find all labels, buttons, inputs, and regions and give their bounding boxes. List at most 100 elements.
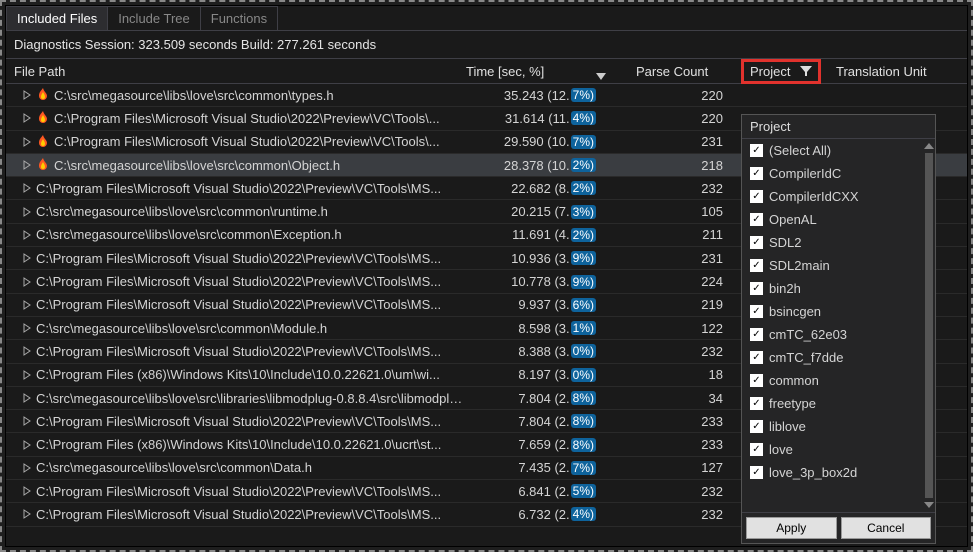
checkbox-icon[interactable]: ✓	[750, 282, 763, 295]
parse-count: 122	[636, 321, 741, 336]
filter-cancel-button[interactable]: Cancel	[841, 517, 932, 539]
parse-count: 233	[636, 437, 741, 452]
parse-count: 211	[636, 227, 741, 242]
time-percent-badge: 4%)	[571, 507, 596, 521]
filter-item-label: SDL2	[769, 235, 802, 250]
checkbox-icon[interactable]: ✓	[750, 144, 763, 157]
time-value: 8.598 (3.	[518, 321, 569, 336]
filter-item[interactable]: ✓ bin2h	[742, 277, 935, 300]
filter-item[interactable]: ✓SDL2main	[742, 254, 935, 277]
checkbox-icon[interactable]: ✓	[750, 190, 763, 203]
checkbox-icon[interactable]: ✓	[750, 328, 763, 341]
expand-icon[interactable]	[22, 160, 32, 170]
checkbox-icon[interactable]: ✓	[750, 213, 763, 226]
checkbox-icon[interactable]: ✓	[750, 397, 763, 410]
checkbox-icon[interactable]: ✓	[750, 305, 763, 318]
file-path: C:\Program Files\Microsoft Visual Studio…	[36, 484, 441, 499]
expand-icon[interactable]	[22, 183, 32, 193]
file-path: C:\Program Files\Microsoft Visual Studio…	[36, 414, 441, 429]
time-value: 10.778 (3.	[511, 274, 570, 289]
expand-icon[interactable]	[22, 509, 32, 519]
sort-descending-icon	[596, 71, 606, 81]
file-path: C:\src\megasource\libs\love\src\common\E…	[36, 227, 342, 242]
time-percent-badge: 5%)	[571, 484, 596, 498]
tab-included-files[interactable]: Included Files	[6, 6, 108, 30]
expand-icon[interactable]	[22, 207, 32, 217]
time-value: 7.435 (2.	[518, 460, 569, 475]
column-header-time[interactable]: Time [sec, %]	[466, 64, 636, 79]
tab-include-tree[interactable]: Include Tree	[107, 6, 201, 30]
scroll-thumb[interactable]	[925, 153, 933, 498]
expand-icon[interactable]	[22, 300, 32, 310]
checkbox-icon[interactable]: ✓	[750, 236, 763, 249]
filter-item[interactable]: ✓cmTC_f7dde	[742, 346, 935, 369]
filter-item[interactable]: ✓ SDL2	[742, 231, 935, 254]
expand-icon[interactable]	[22, 113, 32, 123]
filter-item[interactable]: ✓common	[742, 369, 935, 392]
scroll-down-icon[interactable]	[924, 502, 934, 508]
expand-icon[interactable]	[22, 346, 32, 356]
file-path: C:\Program Files\Microsoft Visual Studio…	[36, 507, 441, 522]
filter-item[interactable]: ✓CompilerIdCXX	[742, 185, 935, 208]
column-header-tu[interactable]: Translation Unit	[836, 64, 967, 79]
expand-icon[interactable]	[22, 393, 32, 403]
column-header-file[interactable]: File Path	[6, 64, 466, 79]
checkbox-icon[interactable]: ✓	[750, 167, 763, 180]
checkbox-icon[interactable]: ✓	[750, 374, 763, 387]
parse-count: 220	[636, 88, 741, 103]
expand-icon[interactable]	[22, 137, 32, 147]
expand-icon[interactable]	[22, 463, 32, 473]
filter-item-label: bin2h	[769, 281, 801, 296]
filter-apply-button[interactable]: Apply	[746, 517, 837, 539]
time-percent-badge: 7%)	[571, 135, 596, 149]
time-value: 8.388 (3.	[518, 344, 569, 359]
filter-item[interactable]: ✓liblove	[742, 415, 935, 438]
expand-icon[interactable]	[22, 90, 32, 100]
checkbox-icon[interactable]: ✓	[750, 466, 763, 479]
checkbox-icon[interactable]: ✓	[750, 420, 763, 433]
tab-functions[interactable]: Functions	[200, 6, 278, 30]
project-filter-popup: Project ✓(Select All)✓CompilerIdC✓Compil…	[741, 114, 936, 544]
filter-item-label: OpenAL	[769, 212, 817, 227]
parse-count: 232	[636, 507, 741, 522]
filter-item[interactable]: ✓CompilerIdC	[742, 162, 935, 185]
filter-item-label: love	[769, 442, 793, 457]
filter-item[interactable]: ✓freetype	[742, 392, 935, 415]
filter-item[interactable]: ✓ OpenAL	[742, 208, 935, 231]
checkbox-icon[interactable]: ✓	[750, 351, 763, 364]
expand-icon[interactable]	[22, 323, 32, 333]
column-header-project[interactable]: Project	[741, 59, 836, 84]
parse-count: 105	[636, 204, 741, 219]
checkbox-icon[interactable]: ✓	[750, 259, 763, 272]
expand-icon[interactable]	[22, 230, 32, 240]
expand-icon[interactable]	[22, 440, 32, 450]
expand-icon[interactable]	[22, 370, 32, 380]
parse-count: 231	[636, 134, 741, 149]
time-value: 10.936 (3.	[511, 251, 570, 266]
filter-scrollbar[interactable]	[923, 143, 935, 508]
expand-icon[interactable]	[22, 486, 32, 496]
parse-count: 218	[636, 158, 741, 173]
filter-icon[interactable]	[800, 65, 812, 77]
expand-icon[interactable]	[22, 253, 32, 263]
file-path: C:\src\megasource\libs\love\src\common\t…	[54, 88, 334, 103]
filter-item[interactable]: ✓love_3p_box2d	[742, 461, 935, 484]
scroll-up-icon[interactable]	[924, 143, 934, 149]
column-header-parse[interactable]: Parse Count	[636, 64, 741, 79]
filter-item[interactable]: ✓cmTC_62e03	[742, 323, 935, 346]
time-percent-badge: 0%)	[571, 344, 596, 358]
time-value: 6.732 (2.	[518, 507, 569, 522]
filter-item[interactable]: ✓bsincgen	[742, 300, 935, 323]
checkbox-icon[interactable]: ✓	[750, 443, 763, 456]
filter-item[interactable]: ✓(Select All)	[742, 139, 935, 162]
table-row[interactable]: C:\src\megasource\libs\love\src\common\t…	[6, 84, 967, 107]
expand-icon[interactable]	[22, 416, 32, 426]
tabs-bar: Included Files Include Tree Functions	[6, 6, 967, 31]
expand-icon[interactable]	[22, 277, 32, 287]
parse-count: 232	[636, 181, 741, 196]
file-path: C:\src\megasource\libs\love\src\common\D…	[36, 460, 312, 475]
flame-icon	[36, 111, 50, 125]
time-value: 7.804 (2.	[518, 391, 569, 406]
filter-item[interactable]: ✓ love	[742, 438, 935, 461]
time-value: 29.590 (10.	[504, 134, 570, 149]
